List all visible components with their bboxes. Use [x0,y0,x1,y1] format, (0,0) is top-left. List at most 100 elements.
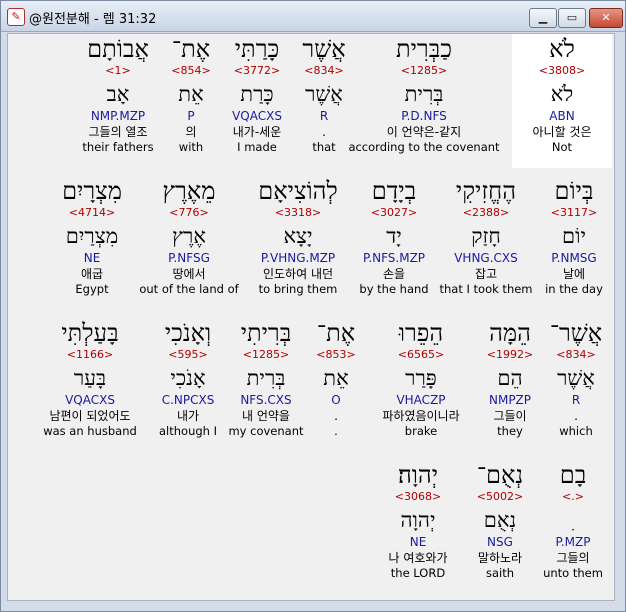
word-cell[interactable]: הֶחֱזִיקִי <2388> חָזַק VHNG.CXS 잡고 that… [438,176,534,310]
word-cell[interactable]: נְאֻם־ <5002> נְאֻם NSG 말하노라 saith [466,460,534,594]
word-cell[interactable]: לֹא <3808> לֹא ABN 아니할 것은 Not [512,34,612,168]
strong-number[interactable]: <776> [136,206,242,220]
morphology-code: ABN [549,109,575,123]
korean-gloss: 땅에서 [172,267,206,281]
english-gloss: that [312,140,336,154]
word-cell[interactable]: הֵמָּה <1992> הֵם NMPZP 그들이 they [478,318,542,452]
hebrew-word: אֲשֶׁר [302,35,346,63]
morphology-code: P.D.NFS [401,109,447,123]
close-button[interactable]: ✕ [589,8,623,28]
minimize-button[interactable]: ▁ [529,8,557,28]
strong-number[interactable]: <3117> [540,206,608,220]
lexical-form: לֹא [550,82,574,106]
strong-number[interactable]: <834> [294,64,354,78]
hebrew-word: כָּרַתִּי [234,35,280,63]
english-gloss: the LORD [390,566,446,580]
strong-number[interactable]: <854> [166,64,216,78]
lexical-form: יָד [386,224,402,248]
lexical-form: בְּרִית [404,82,444,106]
hebrew-word: אֲבוֹתָם [87,35,149,63]
word-cell[interactable]: לְהוֹצִיאָם <3318> יָצָא P.VHNG.MZP 인도하여… [248,176,348,310]
lexical-form: אֵת [178,82,204,106]
strong-number[interactable]: <1285> [342,64,506,78]
morphology-code: C.NPCXS [161,393,215,407]
hebrew-word: הֵמָּה [489,319,531,347]
strong-number[interactable]: <3027> [354,206,434,220]
word-cell[interactable]: מֵאֶרֶץ <776> אֶרֶץ P.NFSG 땅에서 out of th… [136,176,242,310]
korean-gloss: 의 [185,125,197,139]
word-cell[interactable]: בְּיוֹם <3117> יוֹם P.NMSG 날에 in the day [540,176,608,310]
hebrew-word: בָם [559,461,587,489]
korean-gloss: 아니할 것은 [532,125,592,139]
word-cell[interactable]: הֵפֵרוּ <6565> פָּרַר VHACZP 파하였음이니라 bra… [364,318,478,452]
window-title: @원전분해 - 렘 31:32 [29,12,157,27]
strong-number[interactable]: <.> [538,490,608,504]
lexical-form: פָּרַר [405,366,437,390]
word-cell[interactable]: וְאָנֹכִי <595> אָנֹכִי C.NPCXS 내가 altho… [152,318,224,452]
strong-number[interactable]: <595> [152,348,224,362]
word-cell[interactable]: אֶת־ <853> אֵת O . . [312,318,360,452]
korean-gloss: 손을 [382,267,406,281]
hebrew-word: כַבְּרִית [395,35,452,63]
english-gloss: was an husband [43,424,137,438]
english-gloss: out of the land of [139,282,239,296]
korean-gloss: 잡고 [474,267,498,281]
strong-number[interactable]: <3318> [248,206,348,220]
strong-number[interactable]: <2388> [438,206,534,220]
hebrew-word: אֶת־ [316,319,356,347]
english-gloss: by the hand [359,282,429,296]
word-cell[interactable]: אֶת־ <854> אֵת P 의 with [166,34,216,168]
morphology-code: P.VHNG.MZP [260,251,336,265]
lexical-form: ִ [538,506,608,534]
word-cell[interactable]: בְיָדָם <3027> יָד P.NFS.MZP 손을 by the h… [354,176,434,310]
strong-number[interactable]: <1> [76,64,160,78]
word-cell[interactable]: יְהוָה׃ <3068> יְהוָה NE 나 여호와가 the LORD [378,460,458,594]
strong-number[interactable]: <5002> [466,490,534,504]
strong-number[interactable]: <1992> [478,348,542,362]
morphology-code: O [331,393,341,407]
strong-number[interactable]: <3068> [378,490,458,504]
word-cell[interactable]: אֲשֶׁר <834> אֲשֶׁר R . that [294,34,354,168]
lexical-form: הֵם [497,366,523,390]
english-gloss: my covenant [228,424,304,438]
word-cell[interactable]: אֲבוֹתָם <1> אָב NMP.MZP 그들의 열조 their fa… [76,34,160,168]
lexical-form: חָזַק [471,224,501,248]
english-gloss: that I took them [439,282,533,296]
strong-number[interactable]: <6565> [364,348,478,362]
word-cell[interactable]: כַבְּרִית <1285> בְּרִית P.D.NFS 이 언약은-같… [342,34,506,168]
korean-gloss: 파하였음이니라 [382,409,460,423]
korean-gloss: 남편이 되었어도 [49,409,131,423]
strong-number[interactable]: <853> [312,348,360,362]
strong-number[interactable]: <4714> [52,206,132,220]
hebrew-word: הֶחֱזִיקִי [455,177,517,205]
app-icon: ✎ [7,8,25,26]
word-cell[interactable]: בָם <.> ִ P.MZP 그들의 unto them [538,460,608,594]
maximize-button[interactable]: ▭ [558,8,586,28]
strong-number[interactable]: <3808> [512,64,612,78]
morphology-code: NSG [487,535,513,549]
lexical-form: אָנֹכִי [170,366,206,390]
word-cell[interactable]: כָּרַתִּי <3772> כָּרַת VQACXS 내가-세운 I m… [222,34,292,168]
word-cell[interactable]: בְּרִיתִי <1285> בְּרִית NFS.CXS 내 언약을 m… [226,318,306,452]
hebrew-word: אֶת־ [171,35,211,63]
korean-gloss: 말하노라 [477,551,523,565]
strong-number[interactable]: <1166> [32,348,148,362]
app-window: ✎ @원전분해 - 렘 31:32 ▁ ▭ ✕ לֹא <3808> לֹא A… [0,0,626,612]
morphology-code: NMP.MZP [90,109,146,123]
morphology-code: P.NFSG [168,251,210,265]
lexical-form: כָּרַת [240,82,274,106]
word-cell[interactable]: בָּעַלְתִּי <1166> בָּעַר VQACXS 남편이 되었어… [32,318,148,452]
hebrew-word: לְהוֹצִיאָם [258,177,338,205]
strong-number[interactable]: <834> [546,348,606,362]
hebrew-word: יְהוָה׃ [397,461,439,489]
word-cell[interactable]: אֲשֶׁר־ <834> אֲשֶׁר R . which [546,318,606,452]
english-gloss: brake [404,424,438,438]
strong-number[interactable]: <3772> [222,64,292,78]
english-gloss: . [334,424,338,438]
title-bar[interactable]: ✎ @원전분해 - 렘 31:32 ▁ ▭ ✕ [1,1,625,32]
korean-gloss: . [322,125,326,139]
lexical-form: אֵת [323,366,349,390]
word-cell[interactable]: מִצְרָיִם <4714> מִצְרַיִם NE 애굽 Egypt [52,176,132,310]
hebrew-word: אֲשֶׁר־ [549,319,603,347]
strong-number[interactable]: <1285> [226,348,306,362]
